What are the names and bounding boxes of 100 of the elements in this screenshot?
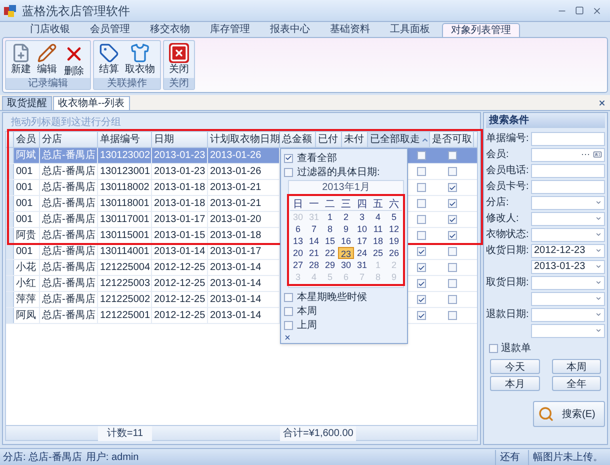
- checkbox[interactable]: [417, 231, 426, 240]
- input-field[interactable]: [531, 164, 605, 178]
- dropdown-field[interactable]: [531, 308, 605, 322]
- column-header[interactable]: 是否可取: [430, 132, 474, 147]
- checkbox[interactable]: [284, 292, 293, 302]
- dropdown-field[interactable]: 2013-01-23: [531, 260, 605, 274]
- document-tab[interactable]: 取货提醒: [2, 96, 52, 110]
- ribbon-button[interactable]: 编辑: [34, 41, 60, 76]
- ribbon-button[interactable]: 关闭: [166, 41, 192, 76]
- ribbon-tab[interactable]: 会员管理: [82, 23, 138, 37]
- date-range-button[interactable]: 本周: [552, 359, 601, 374]
- ribbon-button[interactable]: 结算: [96, 41, 122, 76]
- checkbox[interactable]: [417, 247, 426, 256]
- column-header[interactable]: 计划取衣物日期: [208, 132, 280, 147]
- checkbox[interactable]: [284, 306, 293, 316]
- column-header[interactable]: 分店: [40, 132, 98, 147]
- checkbox[interactable]: [448, 151, 456, 160]
- dropdown-field[interactable]: [531, 196, 605, 210]
- calendar-day[interactable]: 19: [386, 235, 402, 247]
- calendar-day[interactable]: 1: [322, 211, 338, 223]
- checkbox[interactable]: [448, 247, 456, 256]
- ribbon-tab[interactable]: 工具面板: [382, 23, 438, 37]
- document-tab[interactable]: 收衣物单--列表: [53, 96, 130, 110]
- checkbox[interactable]: [448, 167, 456, 176]
- row-selector[interactable]: [6, 244, 14, 259]
- column-header[interactable]: 单据编号: [98, 132, 152, 147]
- column-header[interactable]: 已付: [316, 132, 342, 147]
- calendar-day[interactable]: 30: [338, 259, 354, 271]
- checkbox[interactable]: [417, 311, 426, 320]
- ribbon-button[interactable]: 删除: [60, 41, 88, 78]
- date-range-button[interactable]: 本月: [490, 376, 540, 391]
- ribbon-tab[interactable]: 门店收银: [22, 23, 78, 37]
- search-button[interactable]: 搜索(E): [533, 401, 605, 427]
- column-header[interactable]: 会员: [14, 132, 40, 147]
- calendar-day[interactable]: 13: [290, 235, 306, 247]
- calendar-day[interactable]: 25: [370, 247, 386, 259]
- ribbon-button[interactable]: 取衣物: [122, 41, 158, 76]
- dropdown-field[interactable]: [531, 324, 605, 338]
- calendar-day[interactable]: 23: [338, 247, 354, 259]
- checkbox[interactable]: [489, 344, 498, 353]
- dropdown-field[interactable]: [531, 292, 605, 306]
- input-field[interactable]: [531, 180, 605, 194]
- checkbox[interactable]: [284, 154, 293, 162]
- column-header[interactable]: 日期: [152, 132, 208, 147]
- calendar-day[interactable]: 5: [386, 211, 402, 223]
- checkbox[interactable]: [448, 231, 456, 240]
- dropdown-field[interactable]: [531, 276, 605, 290]
- checkbox[interactable]: [448, 215, 456, 224]
- calendar-day[interactable]: 17: [354, 235, 370, 247]
- checkbox[interactable]: [417, 199, 426, 208]
- date-range-button[interactable]: 全年: [552, 376, 601, 391]
- calendar-day[interactable]: 14: [306, 235, 322, 247]
- column-header[interactable]: 总金额: [280, 132, 316, 147]
- calendar-day[interactable]: 21: [306, 247, 322, 259]
- checkbox[interactable]: [448, 311, 456, 320]
- dropdown-field[interactable]: [531, 228, 605, 242]
- ribbon-button[interactable]: 新建: [8, 41, 34, 76]
- calendar-day[interactable]: 22: [322, 247, 338, 259]
- ribbon-tab[interactable]: 对象列表管理: [442, 23, 520, 37]
- checkbox[interactable]: [417, 183, 426, 192]
- calendar-day[interactable]: 31: [354, 259, 370, 271]
- maximize-icon[interactable]: [575, 6, 584, 15]
- checkbox[interactable]: [448, 279, 456, 288]
- calendar-day[interactable]: 15: [322, 235, 338, 247]
- ribbon-tab[interactable]: 库存管理: [202, 23, 258, 37]
- ribbon-tab[interactable]: 基础资料: [322, 23, 378, 37]
- calendar-day[interactable]: 27: [290, 259, 306, 271]
- checkbox[interactable]: [284, 320, 293, 330]
- checkbox[interactable]: [417, 215, 426, 224]
- checkbox[interactable]: [448, 263, 456, 272]
- checkbox[interactable]: [417, 151, 426, 160]
- ribbon-tab[interactable]: 报表中心: [262, 23, 318, 37]
- checkbox[interactable]: [448, 295, 456, 304]
- calendar-day[interactable]: 3: [354, 211, 370, 223]
- calendar-day[interactable]: 4: [370, 211, 386, 223]
- date-range-button[interactable]: 今天: [490, 359, 540, 374]
- checkbox[interactable]: [448, 183, 456, 192]
- calendar-day[interactable]: 18: [370, 235, 386, 247]
- calendar-day[interactable]: 28: [306, 259, 322, 271]
- column-header[interactable]: 已全部取走: [368, 132, 430, 147]
- calendar-day[interactable]: 2: [338, 211, 354, 223]
- checkbox[interactable]: [417, 263, 426, 272]
- calendar-day[interactable]: 16: [338, 235, 354, 247]
- checkbox[interactable]: [417, 167, 426, 176]
- input-field[interactable]: ···: [531, 148, 605, 162]
- calendar-day[interactable]: 26: [386, 247, 402, 259]
- checkbox[interactable]: [417, 295, 426, 304]
- card-icon[interactable]: [593, 150, 602, 159]
- calendar-day[interactable]: 20: [290, 247, 306, 259]
- close-icon[interactable]: [592, 6, 602, 16]
- calendar-day[interactable]: 29: [322, 259, 338, 271]
- calendar-day[interactable]: 24: [354, 247, 370, 259]
- input-field[interactable]: [531, 132, 605, 146]
- dropdown-field[interactable]: [531, 212, 605, 226]
- checkbox[interactable]: [448, 199, 456, 208]
- dropdown-field[interactable]: 2012-12-23: [531, 244, 605, 258]
- ribbon-tab[interactable]: 移交衣物: [142, 23, 198, 37]
- close-icon[interactable]: [284, 334, 291, 341]
- browse-button[interactable]: ···: [581, 148, 590, 162]
- checkbox[interactable]: [417, 279, 426, 288]
